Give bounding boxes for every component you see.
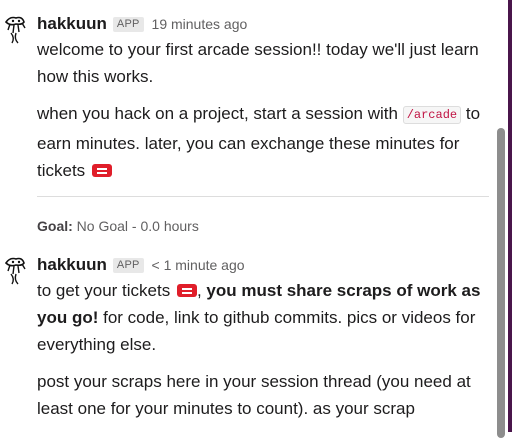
- message-text-2: post your scraps here in your session th…: [37, 372, 471, 418]
- goal-label: Goal:: [37, 218, 73, 234]
- message-text-part: for code, link to github commits. pics o…: [37, 308, 476, 354]
- app-badge: APP: [112, 257, 144, 273]
- message-text-part: when you hack on a project, start a sess…: [37, 104, 398, 123]
- username[interactable]: hakkuun: [37, 255, 107, 275]
- username[interactable]: hakkuun: [37, 14, 107, 34]
- window-edge-strip: [508, 0, 512, 432]
- goal-value: No Goal - 0.0 hours: [76, 218, 199, 234]
- message-2: hakkuun APP < 1 minute ago to get your t…: [0, 255, 490, 435]
- hakkuun-avatar-icon[interactable]: [0, 255, 30, 285]
- message-text: welcome to your first arcade session!! t…: [37, 40, 479, 86]
- message-header: hakkuun APP < 1 minute ago: [37, 255, 489, 275]
- message-1: hakkuun APP 19 minutes ago welcome to yo…: [0, 14, 490, 184]
- hakkuun-avatar-icon[interactable]: [0, 14, 30, 44]
- inline-code: /arcade: [402, 106, 462, 124]
- ticket-icon: [176, 284, 197, 297]
- timestamp[interactable]: < 1 minute ago: [152, 257, 245, 273]
- message-text-2: when you hack on a project, start a sess…: [37, 100, 489, 184]
- timestamp[interactable]: 19 minutes ago: [152, 16, 248, 32]
- divider: [37, 196, 489, 197]
- message-text-part: to get your tickets: [37, 281, 171, 300]
- scrollbar-thumb[interactable]: [497, 128, 505, 438]
- ticket-icon: [91, 164, 112, 177]
- message-text: to get your tickets , you must share scr…: [37, 281, 481, 354]
- message-header: hakkuun APP 19 minutes ago: [37, 14, 489, 34]
- app-badge: APP: [112, 16, 144, 32]
- goal-line: Goal: No Goal - 0.0 hours: [37, 218, 199, 234]
